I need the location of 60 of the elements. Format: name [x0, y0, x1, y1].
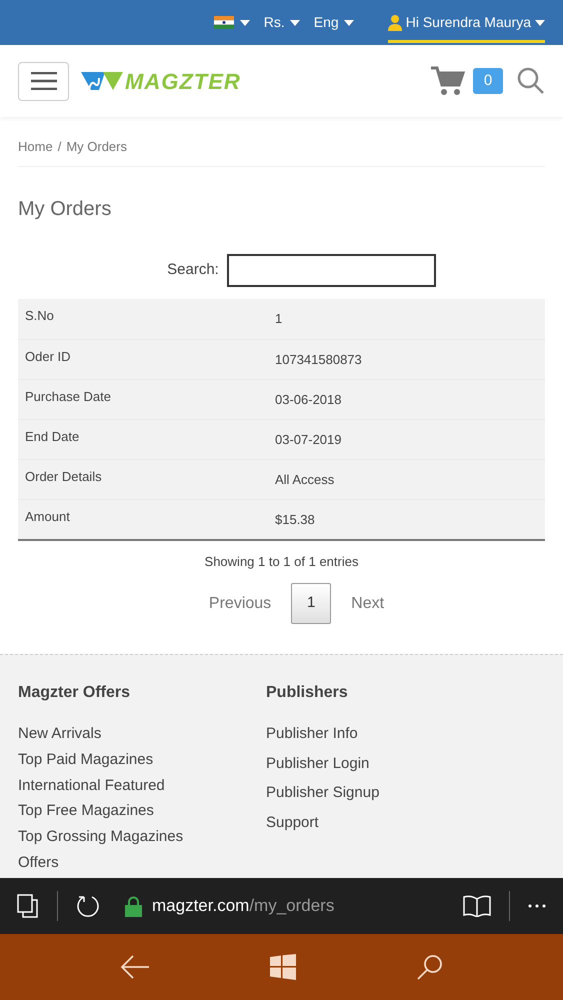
tabs-icon[interactable] [17, 894, 39, 918]
menu-button[interactable] [18, 62, 69, 100]
table-cell-text: Order Details [24, 468, 103, 486]
search-icon[interactable] [517, 67, 545, 95]
windows-icon[interactable] [270, 954, 296, 980]
caret-icon [535, 20, 545, 26]
table-cell-text: 03-06-2018 [275, 390, 342, 408]
back-icon[interactable] [120, 955, 150, 979]
more-icon[interactable] [528, 904, 546, 908]
footer-link[interactable]: Publisher Login [266, 752, 514, 782]
table-info: Showing 1 to 1 of 1 entries [204, 552, 360, 571]
table-cell-text: 03-07-2019 [275, 430, 342, 448]
next-link[interactable]: Next [351, 592, 384, 616]
currency-dropdown[interactable]: Rs. [264, 12, 300, 33]
page-title: My Orders [18, 196, 112, 222]
lock-icon [125, 896, 142, 916]
footer-link[interactable]: Top Free Magazines [18, 800, 266, 826]
menu-icon [30, 72, 56, 90]
table-cell-text: Amount [24, 508, 71, 526]
breadcrumb-separator: / [58, 138, 62, 156]
country-dropdown[interactable] [214, 16, 250, 29]
footer-link[interactable]: New Arrivals [18, 723, 266, 749]
footer-link[interactable]: Top Grossing Magazines [18, 826, 266, 852]
language-dropdown[interactable]: Eng [314, 12, 354, 33]
footer-link[interactable]: Publisher Info [266, 723, 514, 752]
user-icon [388, 14, 402, 30]
logo-text: MAGZTER [125, 68, 241, 96]
cart-count-badge: 0 [473, 68, 503, 94]
logo-icon [81, 70, 123, 92]
search-icon[interactable] [416, 954, 443, 980]
table-cell-text: 1 [275, 310, 282, 328]
table-cell-text: $15.38 [275, 510, 315, 528]
table-cell-text: End Date [24, 428, 80, 446]
search-label: Search: [167, 260, 219, 280]
footer-link[interactable]: International Featured [18, 774, 266, 800]
search-field[interactable] [226, 254, 436, 286]
breadcrumb-link[interactable]: My Orders [66, 137, 127, 156]
caret-icon [240, 20, 250, 26]
table-cell-text: S.No [24, 306, 55, 324]
table-cell-text: 107341580873 [275, 350, 362, 368]
breadcrumb-link[interactable]: Home [18, 137, 53, 156]
table-cell-text: All Access [275, 470, 334, 488]
footer-link[interactable]: Support [266, 812, 514, 841]
refresh-icon[interactable] [76, 894, 100, 918]
flag-icon [214, 16, 234, 29]
footer-link[interactable]: Offers [18, 852, 266, 878]
cart-icon[interactable] [431, 66, 465, 96]
footer-link[interactable]: Publisher Signup [266, 782, 514, 812]
caret-icon [290, 20, 300, 26]
footer-link[interactable]: Top Paid Magazines [18, 748, 266, 775]
table-cell-text: Oder ID [24, 348, 72, 366]
page-button[interactable]: 1 [291, 583, 332, 624]
footer-heading: Publishers [266, 683, 349, 703]
caret-icon [344, 20, 354, 26]
book-icon[interactable] [463, 895, 491, 917]
user-menu[interactable]: Hi Surendra Maurya [388, 2, 545, 42]
footer-heading: Magzter Offers [18, 683, 132, 703]
address-bar[interactable]: magzter.com/my_orders [152, 893, 334, 919]
previous-link[interactable]: Previous [208, 592, 272, 616]
table-cell-text: Purchase Date [24, 388, 112, 406]
